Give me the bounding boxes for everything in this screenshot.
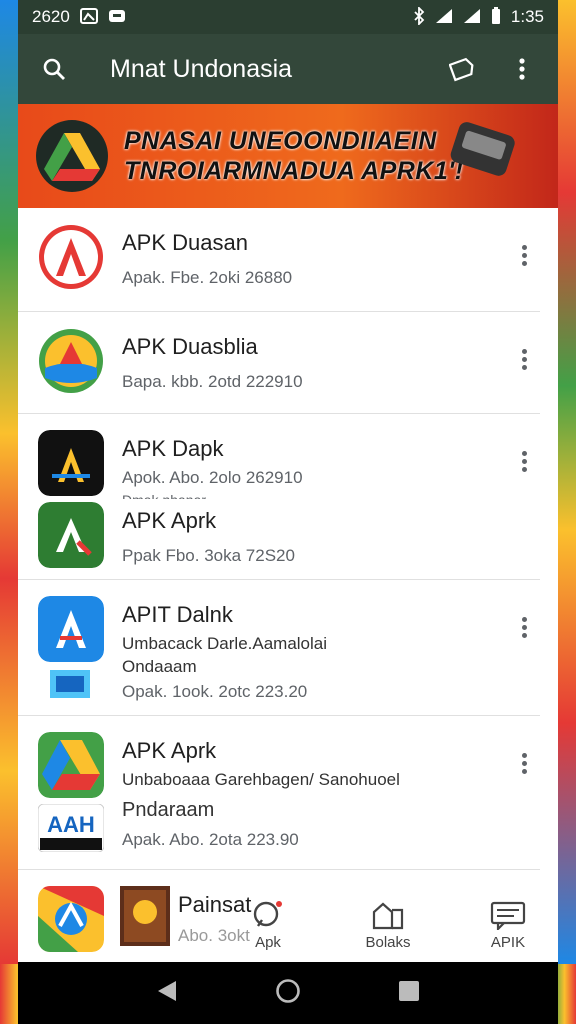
more-vert-icon[interactable] <box>502 49 542 89</box>
bluetooth-icon <box>413 5 425 28</box>
page-title: Mnat Undonasia <box>110 54 293 83</box>
item-subtitle-2: Pndaraam <box>122 799 215 821</box>
small-badge-icon <box>50 670 104 703</box>
notification-icon <box>108 8 126 27</box>
image-icon <box>79 7 98 27</box>
status-time-right: 1:35 <box>510 7 544 26</box>
svg-text:AAH: AAH <box>47 812 95 837</box>
home-icon[interactable] <box>275 978 301 1009</box>
item-subtitle-3: Opak. 1ook. 2otc 223.20 <box>122 682 308 701</box>
list-item[interactable]: APK Aprk Ppak Fbo. 3oka 72S20 <box>18 498 540 580</box>
chat-icon <box>252 900 284 934</box>
app-icon-drive <box>38 732 104 798</box>
more-vert-icon[interactable] <box>512 242 536 269</box>
item-subtitle: Apok. Abo. 2olo 262910 <box>122 468 303 487</box>
status-time-left: 2620 <box>32 7 70 26</box>
more-vert-icon[interactable] <box>512 750 536 777</box>
nav-item-bolaks[interactable]: Bolaks <box>348 900 428 951</box>
signal-icon <box>435 8 453 27</box>
edge-decoration-right <box>558 0 576 964</box>
building-icon <box>371 900 405 934</box>
list-item[interactable]: APK Duasan Apak. Fbe. 2oki 26880 <box>18 208 540 312</box>
item-title: APK Aprk <box>122 508 217 533</box>
battery-icon <box>491 6 501 28</box>
item-title: APK Aprk <box>122 738 217 763</box>
nav-label: Apk <box>255 933 281 951</box>
nav-item-apik[interactable]: APIK <box>468 900 548 951</box>
nav-item-apk[interactable]: Apk <box>228 900 308 951</box>
nav-label: APIK <box>490 933 526 951</box>
edge-decoration-left <box>0 0 18 964</box>
banner-logo-icon <box>36 120 108 192</box>
list-item[interactable]: APIT Dalnk Umbacack Darle.Aamalolai Onda… <box>18 580 540 716</box>
banner-line1: PNASAI UNEOONDIIAEIN <box>124 127 437 155</box>
bottom-nav: Apk Bolaks APIK <box>228 890 548 960</box>
item-title: APK Dapk <box>122 436 224 461</box>
item-subtitle: Ppak Fbo. 3oka 72S20 <box>122 546 295 565</box>
promo-banner[interactable]: PNASAI UNEOONDIIAEIN TNROIARMNADUA APRK1… <box>18 104 558 208</box>
app-icon-multicolor <box>38 886 104 952</box>
list-item[interactable]: APK Dapk Apok. Abo. 2olo 262910 Dmak nha… <box>18 414 540 499</box>
more-vert-icon[interactable] <box>512 448 536 475</box>
status-bar: 2620 1:35 <box>18 0 558 34</box>
app-icon-green-a <box>38 502 104 568</box>
app-icon-red-a <box>38 224 104 290</box>
item-subtitle: Bapa. kbb. 2otd 222910 <box>122 372 303 391</box>
app-bar: Mnat Undonasia <box>18 34 558 104</box>
item-subtitle: Umbacack Darle.Aamalolai <box>122 634 328 653</box>
item-title: APIT Dalnk <box>122 602 233 627</box>
app-list: APK Duasan Apak. Fbe. 2oki 26880 APK Dua… <box>18 208 558 960</box>
aah-badge-icon: AAH <box>37 803 105 857</box>
list-item[interactable]: APK Duasblia Bapa. kbb. 2otd 222910 <box>18 312 540 414</box>
phone-screen: 2620 1:35 Mnat Undonasia PNASAI UNEOONDI… <box>18 0 558 1024</box>
app-icon-black-a <box>38 430 104 496</box>
item-subtitle-2: Ondaaam <box>122 657 197 676</box>
item-subtitle-3: Apak. Abo. 2ota 223.90 <box>122 830 299 849</box>
more-vert-icon[interactable] <box>512 346 536 373</box>
back-icon[interactable] <box>156 979 178 1008</box>
system-nav-bar <box>18 962 558 1024</box>
recents-icon[interactable] <box>398 980 420 1007</box>
nav-label: Bolaks <box>365 933 411 951</box>
app-icon-blue-a <box>38 596 104 662</box>
search-icon[interactable] <box>34 49 74 89</box>
item-subtitle: Unbaboaaa Garehbagen/ Sanohuoel <box>122 770 400 789</box>
list-item[interactable]: AAH APK Aprk Unbaboaaa Garehbagen/ Sanoh… <box>18 716 540 870</box>
item-title: APK Duasblia <box>122 334 258 359</box>
message-icon <box>490 900 526 934</box>
app-icon-emblem <box>120 886 170 951</box>
item-subtitle: Apak. Fbe. 2oki 26880 <box>122 268 293 287</box>
item-title: APK Duasan <box>122 230 248 255</box>
app-icon-globe <box>38 328 104 394</box>
signal-icon-2 <box>463 8 481 27</box>
more-vert-icon[interactable] <box>512 614 536 641</box>
tag-icon[interactable] <box>442 49 482 89</box>
banner-line2: TNROIARMNADUA APRK1'! <box>124 157 464 185</box>
